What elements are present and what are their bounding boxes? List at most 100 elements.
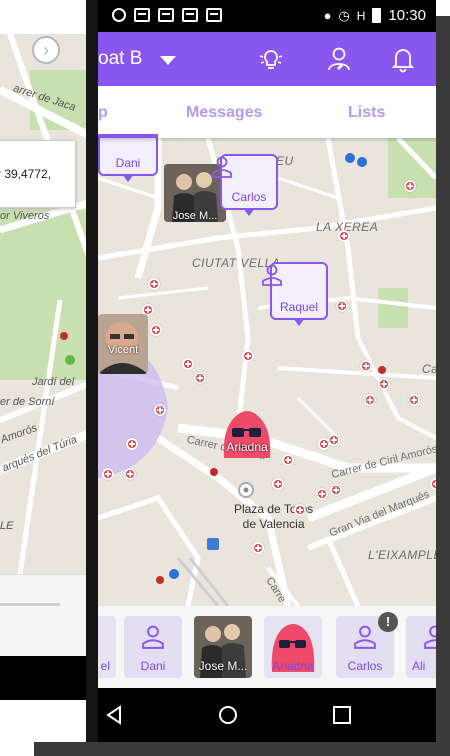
map-marker-ariadna[interactable]: Ariadna (218, 408, 276, 464)
foreground-phone-screen: ● ◷ H 10:30 oat B p Messages Lists LA XE… (98, 0, 436, 742)
marker-name: Carlos (231, 190, 267, 204)
pharmacy-pin[interactable] (242, 350, 254, 362)
pharmacy-pin[interactable] (252, 542, 264, 554)
pharmacy-pin[interactable] (360, 360, 372, 372)
marker-name: Jose M... (172, 210, 218, 222)
chevron-right-icon[interactable]: › (32, 36, 60, 64)
pharmacy-pin[interactable] (338, 230, 350, 242)
back-icon[interactable] (102, 703, 126, 727)
pharmacy-pin[interactable] (404, 180, 416, 192)
recent-apps-icon[interactable] (330, 703, 354, 727)
person-icon (262, 264, 282, 286)
back-map-label: er de Sorní (0, 396, 55, 408)
lightbulb-icon[interactable] (256, 44, 286, 74)
user-edit-icon[interactable] (324, 44, 354, 74)
friend-name: Ariadna (272, 659, 314, 673)
pharmacy-pin[interactable] (336, 300, 348, 312)
marker-pointer (122, 174, 134, 182)
marker-pointer (293, 318, 305, 326)
alarm-icon: ◷ (338, 7, 350, 23)
friend-item[interactable]: el (98, 616, 116, 678)
tab-map[interactable]: p (98, 104, 108, 122)
pharmacy-pin[interactable] (102, 468, 114, 480)
district-label: L'EIXAMPLE (368, 548, 436, 562)
tab-messages[interactable]: Messages (186, 104, 263, 122)
mail-icon (134, 8, 150, 22)
person-icon (354, 625, 376, 649)
pharmacy-pin[interactable] (430, 478, 436, 490)
person-icon (142, 625, 164, 649)
tab-lists[interactable]: Lists (348, 104, 385, 122)
home-icon[interactable] (216, 703, 240, 727)
mail-icon (206, 8, 222, 22)
friend-item-ariadna[interactable]: Ariadna (264, 616, 322, 678)
status-bar: ● ◷ H 10:30 (98, 0, 436, 32)
sync-icon (112, 8, 126, 22)
pharmacy-pin[interactable] (150, 324, 162, 336)
friends-carousel: el Dani Jose M... Ariadna Carlos ! Ali (98, 606, 436, 688)
pharmacy-pin[interactable] (294, 504, 306, 516)
pharmacy-pin[interactable] (194, 372, 206, 384)
back-progress-bar (0, 603, 60, 606)
pharmacy-pin[interactable] (328, 434, 340, 446)
friend-name: Ali (412, 659, 426, 673)
friend-item-dani[interactable]: Dani (124, 616, 182, 678)
phone-bezel (86, 0, 98, 742)
screenshot-stage: List › arrer de Jaca r 39,4772, or Viver… (0, 0, 450, 756)
pharmacy-pin[interactable] (364, 394, 376, 406)
map-marker-vicent[interactable]: Vicent (98, 314, 148, 374)
pharmacy-pin[interactable] (272, 478, 284, 490)
monster-avatar-icon (223, 411, 271, 458)
back-popup-text: r 39,4772, (0, 167, 52, 181)
pharmacy-pin[interactable] (282, 454, 294, 466)
mail-icon (158, 8, 174, 22)
active-tab-indicator (98, 134, 158, 138)
friend-name: Jose M... (198, 659, 248, 673)
pharmacy-pin[interactable] (126, 438, 138, 450)
pharmacy-pin[interactable] (148, 278, 160, 290)
pharmacy-pin[interactable] (124, 468, 136, 480)
chevron-down-icon[interactable] (160, 56, 176, 65)
back-coordinates-popup: r 39,4772, (0, 140, 76, 208)
bell-icon[interactable] (388, 44, 418, 74)
marker-name: Dani (115, 156, 141, 170)
marker-pointer (243, 208, 255, 216)
clock: 10:30 (388, 7, 426, 24)
network-type: H (356, 8, 366, 23)
back-map-label: or Viveros (0, 210, 50, 222)
friend-name: el (100, 659, 110, 673)
tab-bar: p Messages Lists (98, 86, 436, 138)
district-label: Ca (422, 362, 436, 376)
pharmacy-pin[interactable] (330, 484, 342, 496)
pharmacy-pin[interactable] (182, 358, 194, 370)
marker-name: Vicent (107, 344, 139, 356)
person-icon (424, 625, 436, 649)
android-navigation-bar (98, 688, 436, 742)
background-phone-screen: List › arrer de Jaca r 39,4772, or Viver… (0, 0, 98, 700)
map-marker-raquel[interactable]: Raquel (262, 262, 328, 326)
back-navigation-bar (0, 656, 95, 700)
phone-shadow (34, 742, 450, 756)
notification-icons (112, 8, 222, 22)
pharmacy-pin[interactable] (378, 378, 390, 390)
pharmacy-pin[interactable] (408, 394, 420, 406)
friend-name: Dani (140, 659, 166, 673)
map-marker-carlos[interactable]: Carlos (212, 154, 278, 216)
marker-name: Ariadna (226, 440, 268, 454)
marker-name: Raquel (279, 300, 319, 314)
map-view[interactable]: LA XEREA CIUTAT VELLA L'EIXAMPLE Ca EU C… (98, 138, 436, 606)
battery-icon (372, 8, 382, 23)
phone-shadow (436, 16, 450, 756)
plaza-label-line: de Valencia (242, 517, 305, 531)
group-title[interactable]: oat B (98, 48, 142, 70)
location-icon: ● (323, 8, 332, 23)
image-icon (182, 8, 198, 22)
district-label: EU (276, 154, 294, 168)
back-list-label: List (51, 0, 78, 9)
friend-item-ali[interactable]: Ali (406, 616, 436, 678)
pharmacy-pin[interactable] (316, 488, 328, 500)
friend-item-jose[interactable]: Jose M... (194, 616, 252, 678)
map-marker-dani[interactable]: Dani (98, 138, 158, 182)
pharmacy-pin[interactable] (154, 404, 166, 416)
back-bottom-panel (0, 574, 95, 656)
